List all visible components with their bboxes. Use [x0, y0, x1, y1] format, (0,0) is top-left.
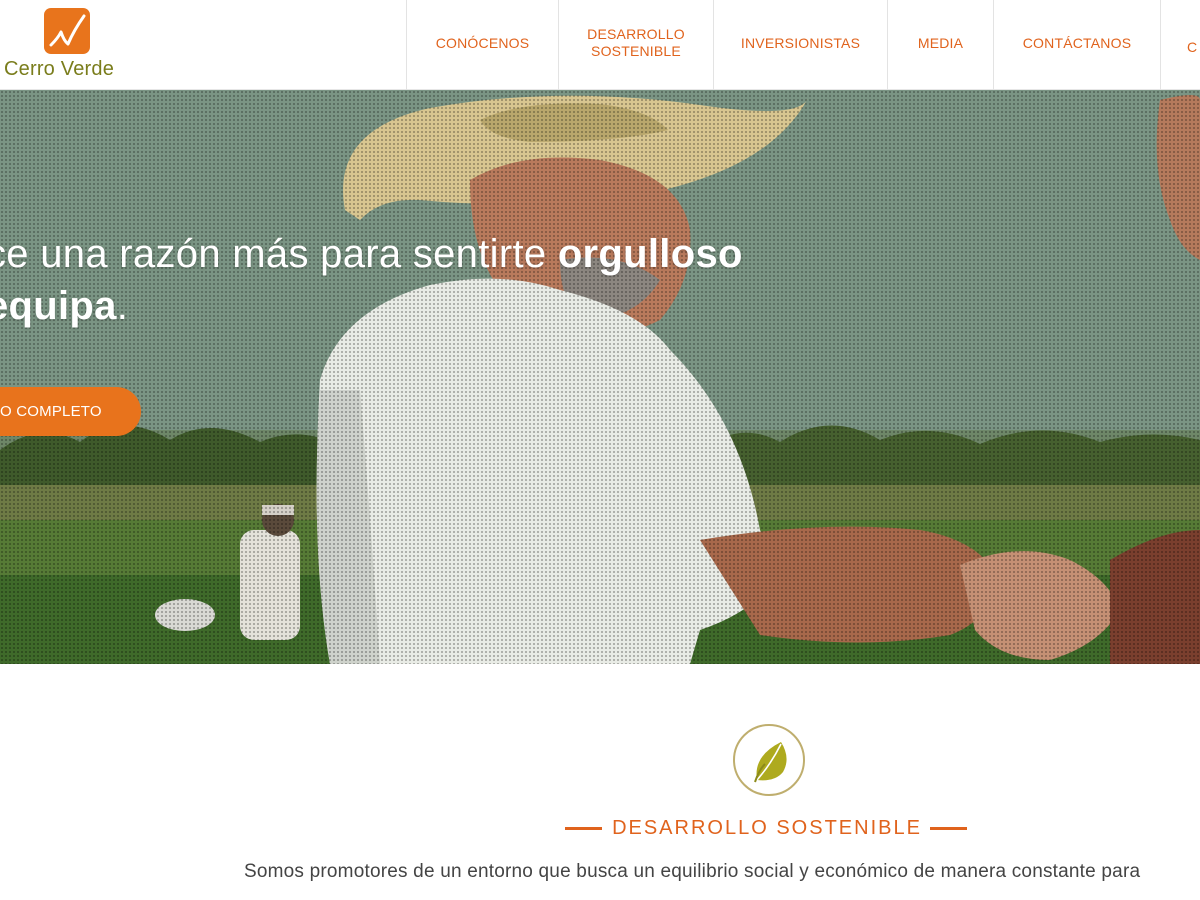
section-title-text: DESARROLLO SOSTENIBLE [612, 816, 922, 839]
nav-contactanos[interactable]: CONTÁCTANOS [993, 0, 1160, 90]
nav-conocenos[interactable]: CONÓCENOS [406, 0, 558, 90]
hero-line-2: equipa. [0, 280, 886, 332]
nav-desarrollo-sostenible[interactable]: DESARROLLO SOSTENIBLE [558, 0, 713, 90]
hero-line2-tail: . [116, 284, 129, 328]
logo-link[interactable]: Cerro Verde [0, 0, 170, 90]
title-rule-right [929, 826, 967, 830]
nav-partial-item[interactable]: C [1160, 0, 1200, 90]
hero-dot-overlay [0, 90, 1200, 664]
hero-line1-bold: orgulloso [557, 232, 743, 276]
hero-cta-button[interactable]: O COMPLETO [0, 387, 141, 436]
leaf-icon [733, 724, 805, 796]
title-rule-left [565, 826, 603, 830]
hero-line-1: ce una razón más para sentirte orgulloso [0, 228, 886, 280]
nav-label-line2: SOSTENIBLE [591, 43, 681, 59]
page: Cerro Verde CONÓCENOS DESARROLLO SOSTENI… [0, 0, 1200, 900]
nav-label: CONÓCENOS [435, 34, 530, 51]
nav-media[interactable]: MEDIA [887, 0, 993, 90]
hero-headline: ce una razón más para sentirte orgulloso… [0, 228, 886, 332]
logo-mark-icon [44, 8, 90, 54]
hero-line1-regular: ce una razón más para sentirte [0, 232, 558, 276]
nav-label: MEDIA [917, 34, 964, 51]
hero-banner: ce una razón más para sentirte orgulloso… [0, 90, 1200, 664]
nav-label: DESARROLLO SOSTENIBLE [587, 26, 685, 60]
nav-label: INVERSIONISTAS [740, 34, 861, 51]
logo-text: Cerro Verde [4, 58, 115, 80]
main-nav: CONÓCENOS DESARROLLO SOSTENIBLE INVERSIO… [406, 0, 1200, 90]
nav-inversionistas[interactable]: INVERSIONISTAS [713, 0, 887, 90]
nav-label: C [1187, 38, 1198, 55]
site-header: Cerro Verde CONÓCENOS DESARROLLO SOSTENI… [0, 0, 1200, 90]
section-title: DESARROLLO SOSTENIBLE [558, 812, 974, 844]
nav-label-line1: DESARROLLO [587, 26, 685, 42]
nav-label: CONTÁCTANOS [1022, 34, 1132, 51]
hero-line2-bold: equipa [0, 284, 117, 328]
section-description: Somos promotores de un entorno que busca… [244, 861, 1141, 882]
